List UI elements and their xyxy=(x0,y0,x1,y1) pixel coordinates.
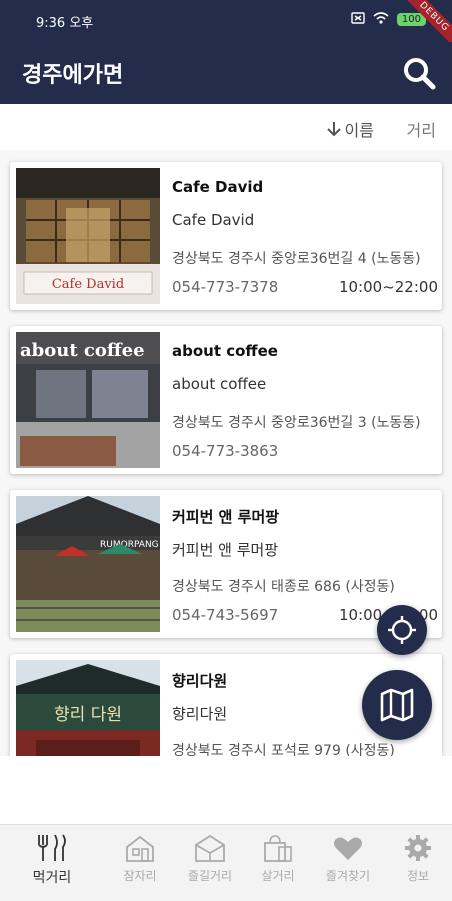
place-address: 경상북도 경주시 태종로 686 (사정동) xyxy=(172,579,395,595)
nav-item-favorites[interactable]: 즐겨찾기 xyxy=(318,833,378,884)
nav-item-shopping[interactable]: 살거리 xyxy=(248,833,308,884)
place-thumbnail: 향리 다원 xyxy=(16,660,160,756)
shopping-bag-icon xyxy=(264,835,292,862)
place-thumbnail: Cafe David xyxy=(16,168,160,304)
my-location-button[interactable] xyxy=(377,605,427,655)
my-location-icon xyxy=(388,616,416,644)
nav-label: 즐길거리 xyxy=(187,869,233,883)
status-time: 9:36 오후 xyxy=(36,16,94,31)
sim-icon xyxy=(351,12,365,27)
house-icon xyxy=(126,835,154,862)
place-phone[interactable]: 054-773-3863 xyxy=(172,442,278,460)
place-phone[interactable]: 054-743-5697 xyxy=(172,606,278,624)
place-list[interactable]: Cafe David Cafe David Cafe David 경상북도 경주… xyxy=(0,150,452,756)
place-address: 경상북도 경주시 중앙로36번길 4 (노동동) xyxy=(172,251,421,267)
sort-by-name-label: 이름 xyxy=(344,121,374,140)
cafe-sign-text: about coffee xyxy=(20,340,145,361)
app-bar: 경주에가면 xyxy=(0,42,452,104)
arrow-down-icon xyxy=(326,122,341,137)
place-title: 커피번 앤 루머팡 xyxy=(172,508,280,526)
wifi-icon xyxy=(373,12,389,27)
map-icon xyxy=(380,688,414,722)
place-address: 경상북도 경주시 중앙로36번길 3 (노동동) xyxy=(172,415,421,431)
nav-label: 즐겨찾기 xyxy=(325,869,371,883)
tent-icon xyxy=(195,834,225,862)
heart-icon xyxy=(334,837,362,860)
status-icons: 100 xyxy=(351,12,426,27)
place-card[interactable]: about coffee about coffee about coffee 경… xyxy=(10,326,442,474)
place-subtitle: 커피번 앤 루머팡 xyxy=(172,541,279,559)
nav-label: 잠자리 xyxy=(123,869,157,883)
cafe-sign-text: Cafe David xyxy=(52,277,124,292)
place-title: about coffee xyxy=(172,342,278,360)
place-phone[interactable]: 054-773-7378 xyxy=(172,278,278,296)
sort-by-distance-button[interactable]: 거리 xyxy=(407,117,436,141)
map-view-button[interactable] xyxy=(362,670,432,740)
place-subtitle: 향리다원 xyxy=(172,705,228,723)
place-title: 향리다원 xyxy=(172,672,228,690)
nav-label: 살거리 xyxy=(261,869,295,883)
place-address: 경상북도 경주시 포석로 979 (사정동) xyxy=(172,743,395,756)
nav-item-food[interactable]: 먹거리 xyxy=(22,833,82,887)
nav-label: 정보 xyxy=(406,869,430,883)
page-title: 경주에가면 xyxy=(22,63,124,88)
place-thumbnail: RUMORPANG xyxy=(16,496,160,632)
cafe-sign-text: 향리 다원 xyxy=(54,705,122,725)
place-thumbnail: about coffee xyxy=(16,332,160,468)
bottom-nav: 먹거리 잠자리 즐길거리 살거리 즐겨찾기 정보 xyxy=(0,824,452,901)
nav-item-lodging[interactable]: 잠자리 xyxy=(110,833,170,884)
place-subtitle: Cafe David xyxy=(172,211,255,229)
status-bar: 9:36 오후 100 DEBUG xyxy=(0,0,452,51)
nav-label: 먹거리 xyxy=(32,870,72,886)
search-button[interactable] xyxy=(400,54,438,92)
search-icon xyxy=(404,58,436,90)
fork-knife-icon xyxy=(38,834,66,861)
place-title: Cafe David xyxy=(172,178,264,196)
place-hours: 10:00~22:00 xyxy=(338,278,438,296)
sort-by-name-button[interactable]: 이름 xyxy=(325,117,374,141)
sort-by-distance-label: 거리 xyxy=(406,121,436,140)
nav-item-info[interactable]: 정보 xyxy=(388,833,448,884)
place-card[interactable]: Cafe David Cafe David Cafe David 경상북도 경주… xyxy=(10,162,442,310)
place-subtitle: about coffee xyxy=(172,375,267,393)
sort-bar: 이름 거리 xyxy=(0,104,452,151)
gear-icon xyxy=(405,835,431,861)
nav-item-entertainment[interactable]: 즐길거리 xyxy=(180,833,240,884)
